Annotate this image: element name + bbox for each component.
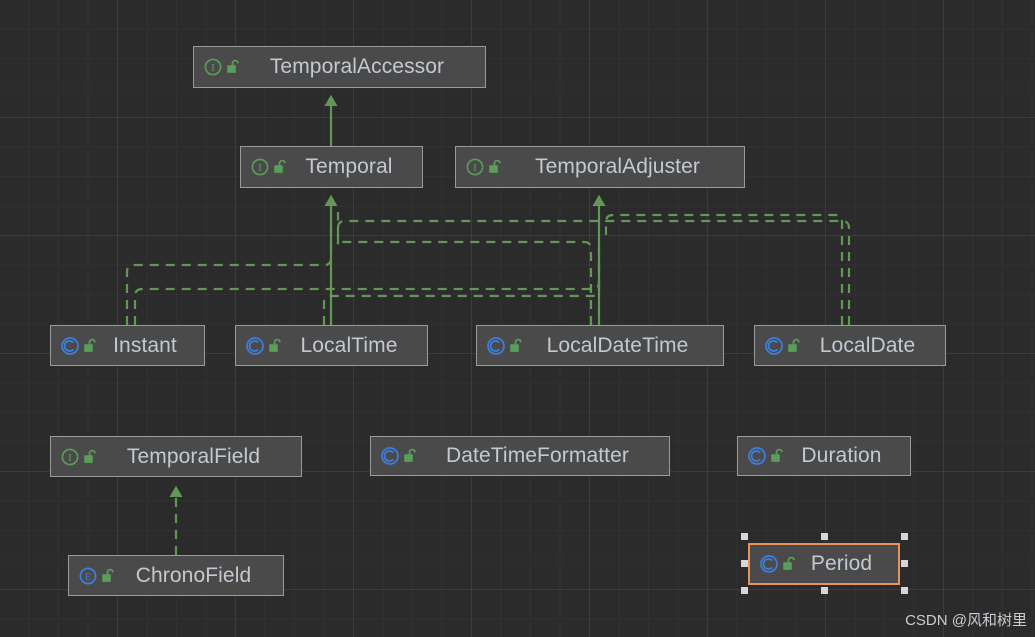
uml-node-label: ChronoField (135, 563, 252, 587)
enum-circle-e-icon: E (78, 566, 98, 586)
edge-instant-to-temporal (125, 225, 333, 325)
svg-text:I: I (68, 452, 72, 464)
unlocked-padlock-icon (784, 338, 802, 354)
resize-handle[interactable] (741, 533, 748, 540)
edge-localDateTime-to-temporal (336, 212, 593, 325)
class-circle-c-icon (486, 336, 506, 356)
uml-node-label: TemporalAdjuster (534, 155, 700, 178)
unlocked-padlock-icon (270, 159, 288, 175)
uml-node-label: TemporalField (126, 444, 261, 468)
unlocked-padlock-icon (400, 448, 418, 464)
node-icon-group: E (78, 566, 116, 586)
uml-node-instant[interactable]: Instant (50, 325, 205, 366)
uml-diagram-canvas[interactable]: I TemporalAccessor I Temporal I TemporalAdjus… (0, 0, 1035, 637)
uml-node-period[interactable]: Period (748, 543, 900, 585)
node-icon-group (60, 336, 98, 356)
uml-node-label: TemporalAccessor (269, 55, 445, 78)
resize-handle[interactable] (821, 587, 828, 594)
uml-node-chronoField[interactable]: E ChronoField (68, 555, 284, 596)
edge-instant-to-temporalAdjuster (133, 240, 601, 325)
edge-layer (125, 94, 851, 555)
unlocked-padlock-icon (767, 448, 785, 464)
uml-node-label: LocalTime (300, 333, 398, 357)
uml-node-localTime[interactable]: LocalTime (235, 325, 428, 366)
interface-circle-i-icon: I (60, 447, 80, 467)
uml-node-label: Period (810, 552, 873, 575)
uml-node-temporal[interactable]: I Temporal (240, 146, 423, 188)
node-icon-group: I (250, 157, 288, 177)
unlocked-padlock-icon (485, 159, 503, 175)
node-icon-group (486, 336, 524, 356)
unlocked-padlock-icon (80, 449, 98, 465)
uml-node-label: LocalDate (819, 333, 916, 357)
resize-handle[interactable] (741, 587, 748, 594)
svg-text:E: E (85, 572, 91, 583)
node-icon-group (245, 336, 283, 356)
svg-text:I: I (473, 162, 477, 174)
class-circle-c-icon (380, 446, 400, 466)
node-icon-group (380, 446, 418, 466)
uml-node-temporalAccessor[interactable]: I TemporalAccessor (193, 46, 486, 88)
uml-node-label: LocalDateTime (546, 333, 689, 357)
interface-circle-i-icon: I (203, 57, 223, 77)
uml-node-dateTimeFormatter[interactable]: DateTimeFormatter (370, 436, 670, 476)
class-circle-c-icon (759, 554, 779, 574)
class-circle-c-icon (764, 336, 784, 356)
class-circle-c-icon (747, 446, 767, 466)
resize-handle[interactable] (821, 533, 828, 540)
node-icon-group (764, 336, 802, 356)
unlocked-padlock-icon (80, 338, 98, 354)
unlocked-padlock-icon (506, 338, 524, 354)
unlocked-padlock-icon (223, 59, 241, 75)
class-circle-c-icon (245, 336, 265, 356)
svg-text:I: I (211, 62, 215, 74)
uml-node-localDate[interactable]: LocalDate (754, 325, 946, 366)
interface-circle-i-icon: I (465, 157, 485, 177)
uml-node-localDateTime[interactable]: LocalDateTime (476, 325, 724, 366)
uml-node-temporalAdjuster[interactable]: I TemporalAdjuster (455, 146, 745, 188)
svg-text:I: I (258, 162, 262, 174)
node-icon-group: I (60, 447, 98, 467)
unlocked-padlock-icon (265, 338, 283, 354)
edge-localDate-to-temporalAdjuster (604, 213, 844, 325)
uml-node-label: Temporal (305, 155, 393, 178)
watermark-text: CSDN @风和树里 (905, 612, 1027, 629)
uml-node-label: DateTimeFormatter (446, 444, 629, 467)
interface-circle-i-icon: I (250, 157, 270, 177)
edge-localTime-to-temporalAdjuster (322, 262, 601, 325)
uml-node-label: Instant (113, 333, 177, 357)
resize-handle[interactable] (901, 560, 908, 567)
unlocked-padlock-icon (98, 568, 116, 584)
uml-node-label: Duration (801, 444, 882, 467)
resize-handle[interactable] (901, 587, 908, 594)
resize-handle[interactable] (901, 533, 908, 540)
node-icon-group: I (465, 157, 503, 177)
node-icon-group (747, 446, 785, 466)
edge-localDate-to-temporal (336, 219, 851, 325)
resize-handle[interactable] (741, 560, 748, 567)
uml-node-duration[interactable]: Duration (737, 436, 911, 476)
unlocked-padlock-icon (779, 556, 797, 572)
uml-node-temporalField[interactable]: I TemporalField (50, 436, 302, 477)
class-circle-c-icon (60, 336, 80, 356)
node-icon-group (759, 554, 797, 574)
node-icon-group: I (203, 57, 241, 77)
